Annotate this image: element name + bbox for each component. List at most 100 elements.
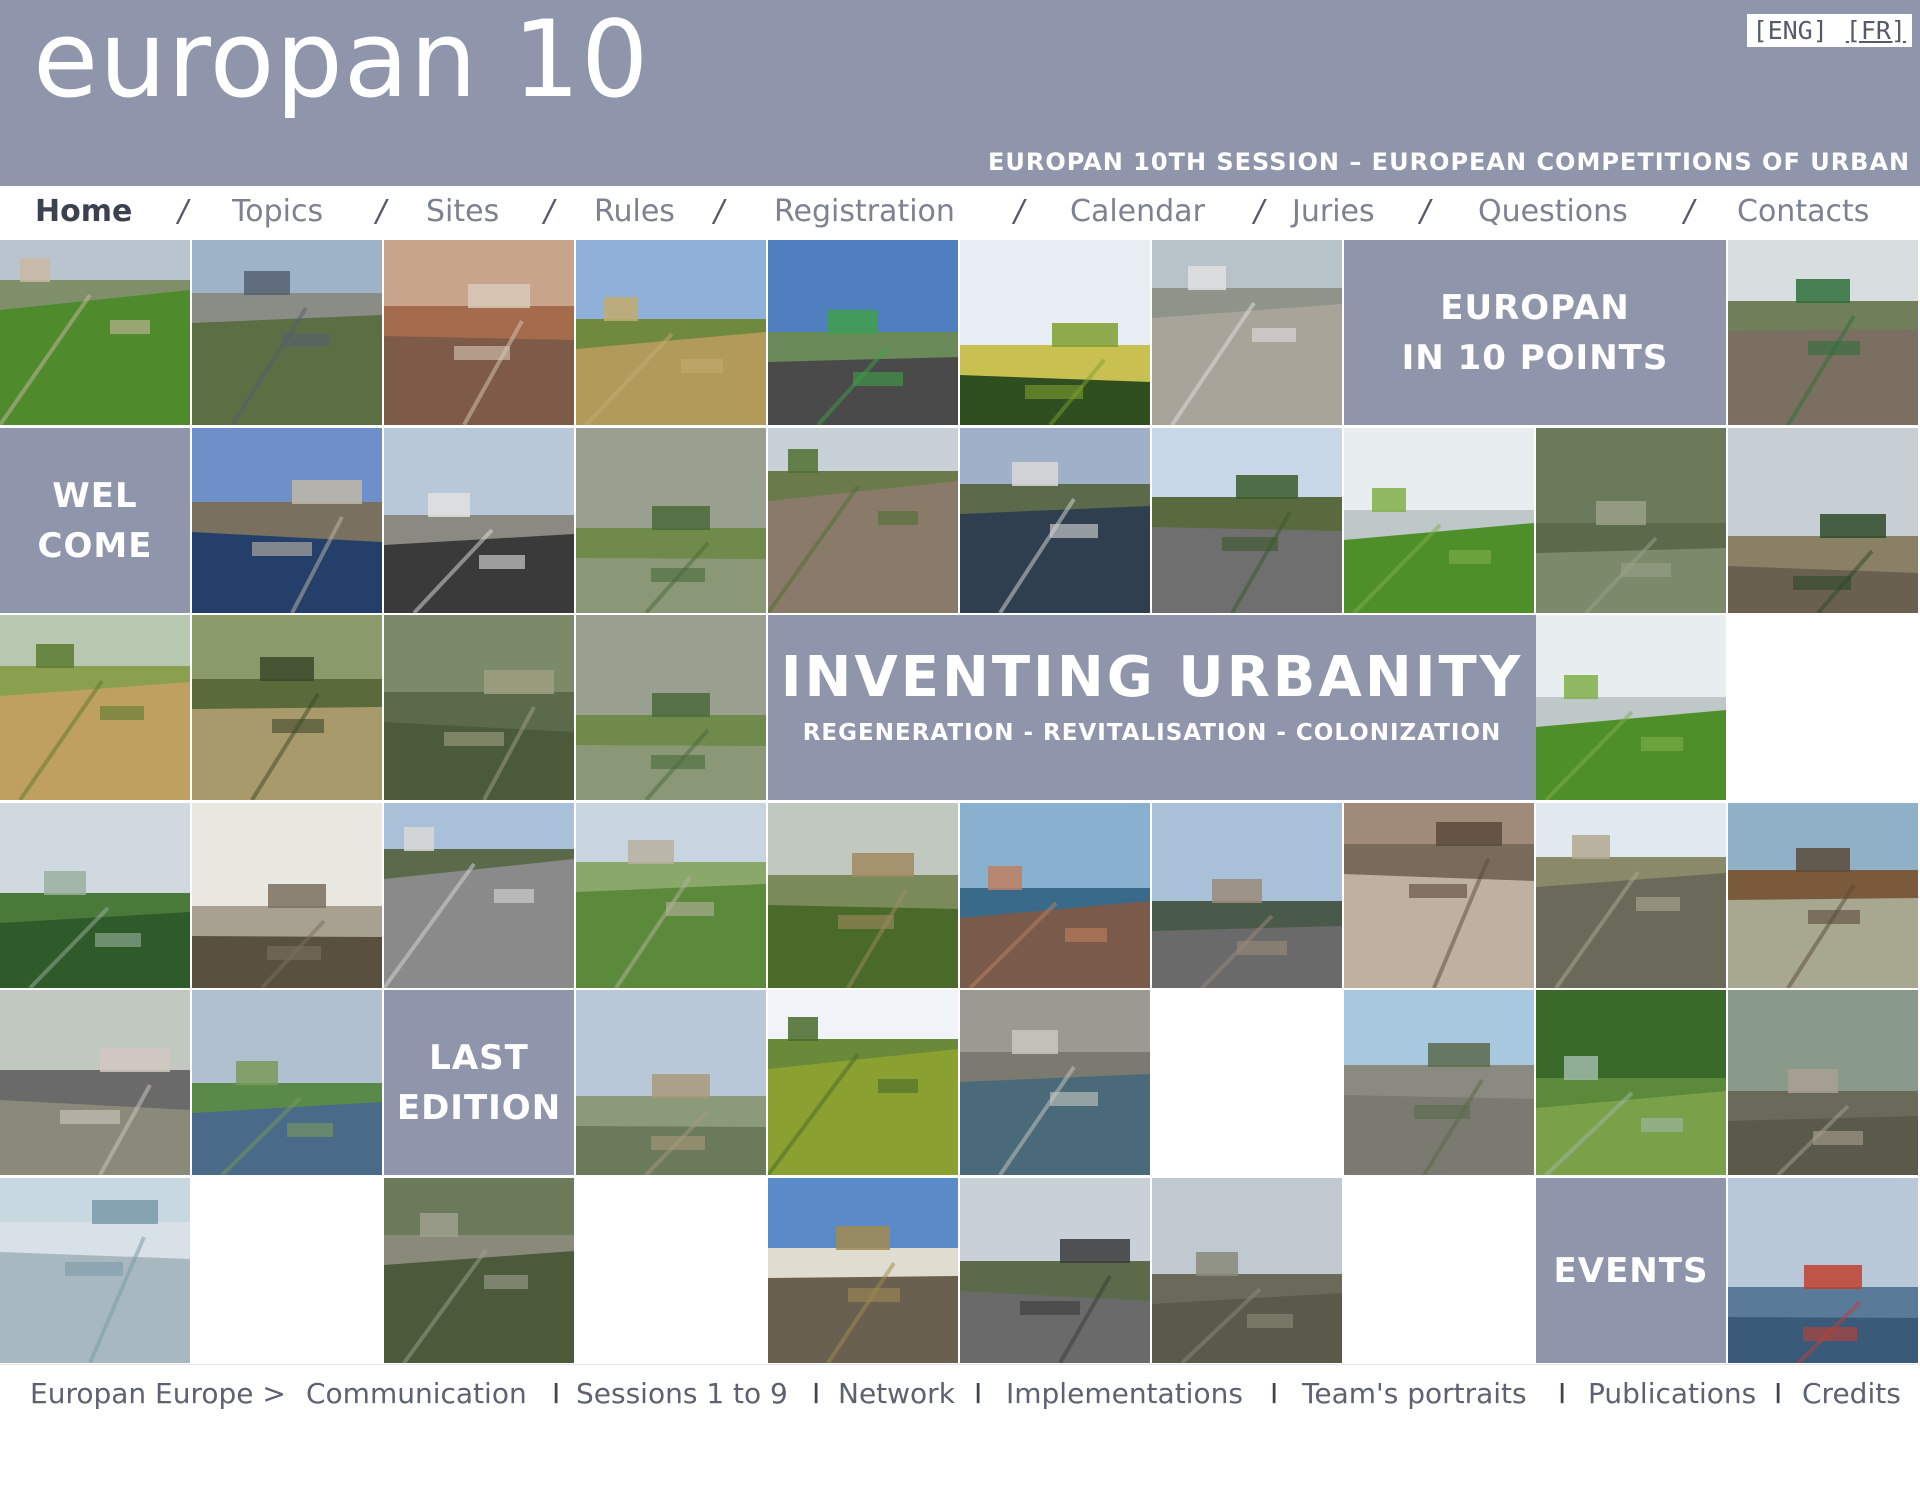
site-photo-tile[interactable] — [384, 615, 574, 800]
empty-tile — [1344, 1178, 1534, 1363]
site-photo-tile[interactable] — [576, 240, 766, 425]
site-photo-tile[interactable] — [1728, 240, 1918, 425]
site-photo-tile[interactable] — [1152, 1178, 1342, 1363]
welcome-tile[interactable]: WEL COME — [0, 428, 190, 613]
site-photo-tile[interactable] — [768, 428, 958, 613]
site-photo-tile[interactable] — [576, 615, 766, 800]
empty-tile — [576, 1178, 766, 1363]
tile-welcome-line1: WEL — [52, 475, 138, 516]
site-photo-tile[interactable] — [192, 615, 382, 800]
site-photo-tile[interactable] — [768, 803, 958, 988]
site-photo-tile[interactable] — [768, 240, 958, 425]
nav-contacts[interactable]: Contacts — [1737, 194, 1869, 229]
header-tagline: EUROPAN 10TH SESSION – EUROPEAN COMPETIT… — [988, 148, 1920, 176]
site-photo-tile[interactable] — [1728, 1178, 1918, 1363]
footer-europan-europe[interactable]: Europan Europe > — [30, 1377, 286, 1410]
tile-last-line1: LAST — [429, 1037, 529, 1078]
language-switcher: [ENG] [FR] — [1746, 14, 1912, 47]
nav-separator: / — [1254, 194, 1265, 229]
footer-team-portraits[interactable]: Team's portraits — [1302, 1377, 1527, 1410]
tile-points-line2: IN 10 POINTS — [1401, 337, 1669, 378]
empty-tile — [1152, 990, 1342, 1175]
site-photo-tile[interactable] — [1728, 428, 1918, 613]
footer-separator: I — [974, 1377, 983, 1410]
site-photo-tile[interactable] — [576, 990, 766, 1175]
events-tile[interactable]: EVENTS — [1536, 1178, 1726, 1363]
banner-subtitle: REGENERATION - REVITALISATION - COLONIZA… — [802, 720, 1502, 746]
site-photo-tile[interactable] — [1728, 803, 1918, 988]
site-photo-tile[interactable] — [960, 428, 1150, 613]
footer-separator: I — [1270, 1377, 1279, 1410]
site-photo-tile[interactable] — [576, 428, 766, 613]
top-navigation: Home / Topics / Sites / Rules / Registra… — [0, 186, 1920, 240]
site-photo-tile[interactable] — [1152, 240, 1342, 425]
site-photo-tile[interactable] — [0, 615, 190, 800]
header-bar: europan 10 [ENG] [FR] EUROPAN 10TH SESSI… — [0, 0, 1920, 186]
site-photo-tile[interactable] — [384, 428, 574, 613]
nav-separator: / — [178, 194, 189, 229]
site-photo-tile[interactable] — [192, 428, 382, 613]
nav-separator: / — [1014, 194, 1025, 229]
site-photo-tile[interactable] — [960, 1178, 1150, 1363]
nav-juries[interactable]: Juries — [1292, 194, 1375, 229]
tile-points-line1: EUROPAN — [1440, 287, 1630, 328]
nav-sites[interactable]: Sites — [426, 194, 499, 229]
nav-rules[interactable]: Rules — [594, 194, 675, 229]
site-photo-tile[interactable] — [768, 1178, 958, 1363]
nav-separator: / — [544, 194, 555, 229]
nav-topics[interactable]: Topics — [232, 194, 323, 229]
site-photo-tile[interactable] — [1152, 428, 1342, 613]
site-photo-tile[interactable] — [1344, 803, 1534, 988]
site-photo-tile[interactable] — [1536, 803, 1726, 988]
lang-fr-link[interactable]: [FR] — [1846, 16, 1906, 45]
site-photo-tile[interactable] — [192, 240, 382, 425]
last-edition-tile[interactable]: LAST EDITION — [384, 990, 574, 1175]
site-photo-tile[interactable] — [192, 990, 382, 1175]
footer-sessions[interactable]: Sessions 1 to 9 — [576, 1377, 788, 1410]
site-photo-tile[interactable] — [960, 990, 1150, 1175]
site-photo-tile[interactable] — [1344, 990, 1534, 1175]
site-photo-tile[interactable] — [960, 803, 1150, 988]
footer-publications[interactable]: Publications — [1588, 1377, 1756, 1410]
footer-separator: I — [1558, 1377, 1567, 1410]
footer-network[interactable]: Network — [838, 1377, 955, 1410]
site-photo-tile[interactable] — [1536, 615, 1726, 800]
site-photo-tile[interactable] — [192, 803, 382, 988]
nav-calendar[interactable]: Calendar — [1070, 194, 1205, 229]
lang-eng-link[interactable]: [ENG] — [1753, 16, 1828, 45]
site-photo-tile[interactable] — [384, 240, 574, 425]
site-photo-tile[interactable] — [768, 990, 958, 1175]
inventing-urbanity-banner[interactable]: INVENTING URBANITY REGENERATION - REVITAL… — [768, 615, 1536, 800]
nav-separator: / — [714, 194, 725, 229]
tile-events-text: EVENTS — [1553, 1250, 1709, 1291]
nav-questions[interactable]: Questions — [1478, 194, 1628, 229]
empty-tile — [192, 1178, 382, 1363]
europan-10-points-tile[interactable]: EUROPAN IN 10 POINTS — [1344, 240, 1726, 425]
site-photo-tile[interactable] — [1152, 803, 1342, 988]
nav-separator: / — [376, 194, 387, 229]
empty-tile — [1728, 615, 1918, 800]
site-photo-tile[interactable] — [384, 803, 574, 988]
banner-title: INVENTING URBANITY — [780, 645, 1524, 710]
nav-registration[interactable]: Registration — [774, 194, 955, 229]
footer-separator: I — [552, 1377, 561, 1410]
site-photo-tile[interactable] — [1344, 428, 1534, 613]
site-photo-tile[interactable] — [1728, 990, 1918, 1175]
nav-separator: / — [1420, 194, 1431, 229]
site-photo-tile[interactable] — [1536, 428, 1726, 613]
footer-credits[interactable]: Credits — [1802, 1377, 1901, 1410]
site-photo-tile[interactable] — [0, 240, 190, 425]
tile-last-line2: EDITION — [396, 1087, 562, 1128]
site-photo-tile[interactable] — [384, 1178, 574, 1363]
site-photo-tile[interactable] — [1536, 990, 1726, 1175]
site-photo-tile[interactable] — [576, 803, 766, 988]
nav-home[interactable]: Home — [35, 194, 132, 229]
site-photo-tile[interactable] — [0, 803, 190, 988]
footer-communication[interactable]: Communication — [306, 1377, 527, 1410]
site-logo[interactable]: europan 10 — [33, 0, 650, 120]
site-photo-tile[interactable] — [0, 1178, 190, 1363]
nav-separator: / — [1684, 194, 1695, 229]
site-photo-tile[interactable] — [0, 990, 190, 1175]
site-photo-tile[interactable] — [960, 240, 1150, 425]
footer-implementations[interactable]: Implementations — [1006, 1377, 1243, 1410]
